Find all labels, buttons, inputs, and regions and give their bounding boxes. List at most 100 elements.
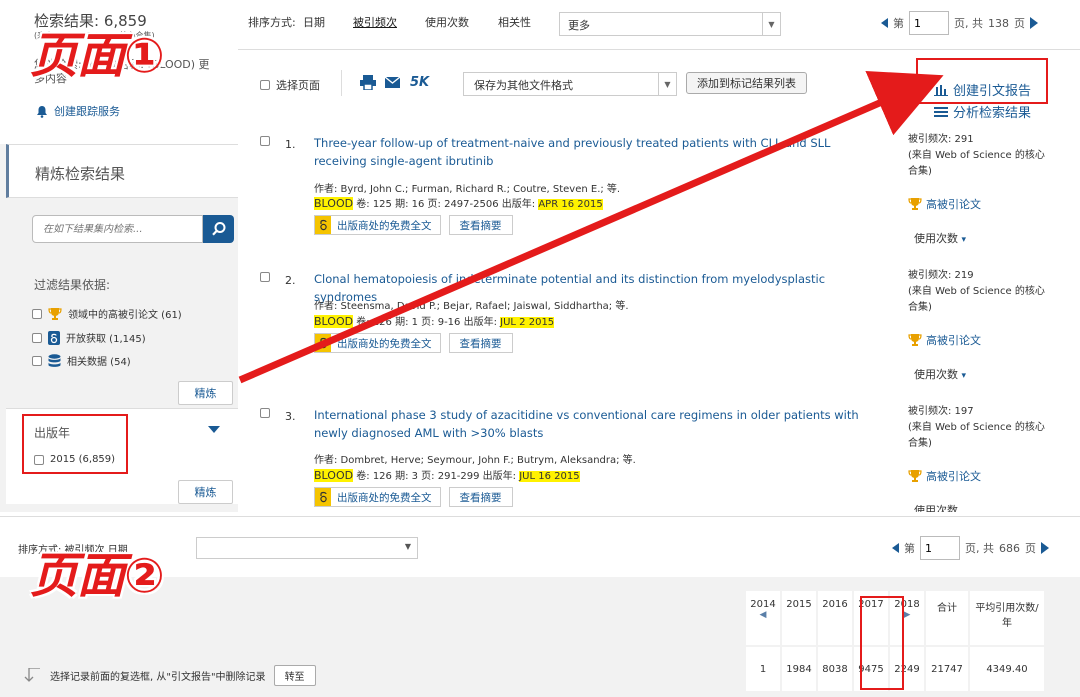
chevron-down-icon: ▼ <box>658 73 676 95</box>
record-journal[interactable]: BLOOD <box>314 197 354 210</box>
record-checkbox[interactable] <box>260 136 270 146</box>
times-cited[interactable]: 被引频次: 291 <box>908 132 1048 148</box>
list-icon <box>934 106 948 117</box>
free-full-text-button[interactable]: 出版商处的免费全文 <box>314 215 441 235</box>
more-sort-select[interactable]: 更多 ▼ <box>559 12 781 36</box>
refine-title: 精炼检索结果 <box>35 165 126 183</box>
times-cited[interactable]: 被引频次: 219 <box>908 268 1048 284</box>
free-full-text-label: 出版商处的免费全文 <box>337 337 432 350</box>
next-year-icon[interactable]: ▶ <box>894 610 920 620</box>
year-filter-2015[interactable]: 2015 (6,859) <box>34 454 115 465</box>
record-volume-info: 卷: 126 期: 1 页: 9-16 出版年: <box>356 317 497 328</box>
cites-2014: 1 <box>746 647 780 691</box>
goto-button[interactable]: 转至 <box>273 665 316 686</box>
record-checkbox[interactable] <box>260 408 270 418</box>
page-number-input[interactable] <box>920 536 960 560</box>
times-cited[interactable]: 被引频次: 197 <box>908 404 1048 420</box>
search-within-button[interactable] <box>203 215 234 243</box>
usage-count-toggle[interactable]: 使用次数 <box>914 502 958 512</box>
citation-report-sort-select[interactable]: ▼ <box>196 537 418 559</box>
next-page-icon[interactable] <box>1041 542 1049 554</box>
filter-highly-cited[interactable]: 领域中的高被引论文 (61) <box>32 306 182 321</box>
result-record: 2. Clonal hematopoiesis of indeterminate… <box>238 268 1080 398</box>
filter-checkbox[interactable] <box>32 308 42 319</box>
chevron-down-icon: ▼ <box>762 13 780 35</box>
total-header: 合计 <box>926 591 968 645</box>
previous-page-icon[interactable] <box>881 18 888 28</box>
create-citation-report-link[interactable]: 创建引文报告 <box>934 80 1031 99</box>
year-checkbox[interactable] <box>34 454 44 465</box>
record-citations: 被引频次: 197 (来自 Web of Science 的核心合集) <box>908 404 1048 452</box>
filter-checkbox[interactable] <box>32 332 42 343</box>
email-icon[interactable] <box>385 77 400 88</box>
trophy-icon <box>48 307 62 320</box>
cites-2017: 9475 <box>854 647 888 691</box>
page-number-input[interactable] <box>909 11 949 35</box>
record-journal[interactable]: BLOOD <box>314 469 354 482</box>
citation-table: 2014 ◀ 2015 2016 2017 2018 ▶ 合计 平均引用次数/年 1… <box>744 589 1046 693</box>
next-page-icon[interactable] <box>1030 17 1038 29</box>
record-authors: 作者: Steensma, David P.; Bejar, Rafael; J… <box>314 301 629 312</box>
add-to-marked-list-button[interactable]: 添加到标记结果列表 <box>686 72 807 94</box>
highly-cited-badge[interactable]: 高被引论文 <box>908 196 981 212</box>
previous-year-icon[interactable]: ◀ <box>750 610 776 620</box>
refine-button[interactable]: 精炼 <box>178 381 233 405</box>
caret-down-icon[interactable] <box>208 426 220 433</box>
year-header-2016: 2016 <box>818 591 852 645</box>
select-page-checkbox[interactable] <box>260 80 270 90</box>
sort-by-relevance[interactable]: 相关性 <box>498 14 531 30</box>
export-5k-button[interactable]: 5K <box>410 75 429 90</box>
create-alert-link[interactable]: 创建跟踪服务 <box>36 103 120 119</box>
total-pages: 686 <box>999 541 1020 555</box>
previous-page-icon[interactable] <box>892 543 899 553</box>
view-abstract-button[interactable]: 查看摘要 <box>448 333 513 353</box>
cites-total: 21747 <box>926 647 968 691</box>
sort-by-date[interactable]: 日期 <box>303 14 325 30</box>
filter-checkbox[interactable] <box>32 355 42 366</box>
search-within-field[interactable] <box>32 215 203 243</box>
free-full-text-label: 出版商处的免费全文 <box>337 219 432 232</box>
analyze-results-label: 分析检索结果 <box>953 106 1032 121</box>
filter-open-access[interactable]: 开放获取 (1,145) <box>32 330 146 345</box>
times-cited-source: (来自 Web of Science 的核心合集) <box>908 286 1045 313</box>
record-title-link[interactable]: Three-year follow-up of treatment-naive … <box>314 134 884 170</box>
highly-cited-label: 高被引论文 <box>926 470 981 483</box>
record-title-link[interactable]: International phase 3 study of azacitidi… <box>314 406 884 442</box>
open-access-icon <box>315 216 331 234</box>
filter-related-data[interactable]: 相关数据 (54) <box>32 353 131 368</box>
usage-count-toggle[interactable]: 使用次数 ▾ <box>914 366 966 382</box>
print-icon[interactable] <box>360 75 376 90</box>
trophy-icon <box>908 198 922 210</box>
refine-year-button[interactable]: 精炼 <box>178 480 233 504</box>
create-alert-label: 创建跟踪服务 <box>54 105 120 118</box>
record-journal[interactable]: BLOOD <box>314 315 354 328</box>
record-checkbox[interactable] <box>260 272 270 282</box>
highly-cited-badge[interactable]: 高被引论文 <box>908 332 981 348</box>
page-prefix: 第 <box>904 542 915 555</box>
sidebar-header: 检索结果: 6,859 (来自 Web of Science 核心合集) 您的检… <box>0 0 238 144</box>
usage-count-toggle[interactable]: 使用次数 ▾ <box>914 230 966 246</box>
sort-by-usage[interactable]: 使用次数 <box>425 14 469 30</box>
trophy-icon <box>908 470 922 482</box>
record-date: JUL 16 2015 <box>519 471 580 482</box>
view-abstract-button[interactable]: 查看摘要 <box>448 487 513 507</box>
filter-label-related-data: 相关数据 (54) <box>67 357 131 368</box>
sort-by-citations[interactable]: 被引频次 <box>353 14 397 30</box>
publication-year-title[interactable]: 出版年 <box>34 424 70 441</box>
cites-2018: 2249 <box>890 647 924 691</box>
free-full-text-button[interactable]: 出版商处的免费全文 <box>314 487 441 507</box>
refine-panel-header: 精炼检索结果 <box>6 144 238 198</box>
page-prefix: 第 <box>893 17 904 30</box>
view-abstract-button[interactable]: 查看摘要 <box>448 215 513 235</box>
search-query-more[interactable]: 多内容 <box>34 70 67 86</box>
total-pages: 138 <box>988 16 1009 30</box>
analyze-results-link[interactable]: 分析检索结果 <box>934 102 1031 121</box>
save-format-select[interactable]: 保存为其他文件格式 ▼ <box>463 72 677 96</box>
usage-count-label: 使用次数 <box>914 368 958 381</box>
highly-cited-badge[interactable]: 高被引论文 <box>908 468 981 484</box>
search-within-input[interactable] <box>33 216 202 242</box>
select-page[interactable]: 选择页面 <box>260 77 320 93</box>
free-full-text-button[interactable]: 出版商处的免费全文 <box>314 333 441 353</box>
save-format-value: 保存为其他文件格式 <box>474 79 573 92</box>
citation-table-header: 2014 ◀ 2015 2016 2017 2018 ▶ 合计 平均引用次数/年 <box>746 591 1044 645</box>
